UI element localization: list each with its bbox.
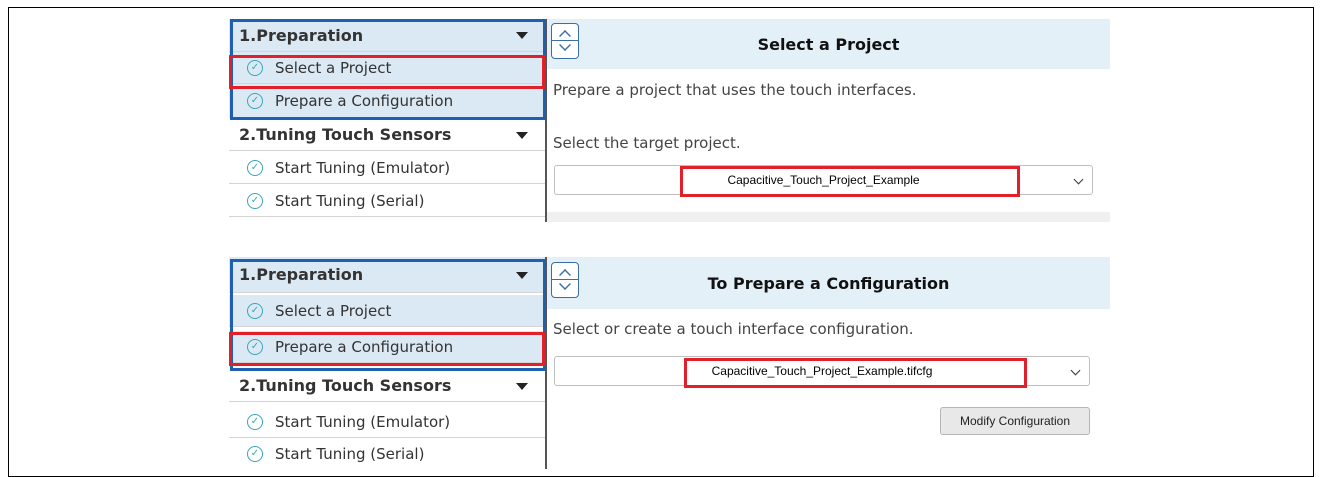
description-text: Select or create a touch interface confi…: [553, 320, 914, 338]
panel-select-project: 1.Preparation ✓ Select a Project ✓ Prepa…: [229, 19, 1110, 222]
nav-up-down-button[interactable]: [551, 262, 579, 298]
nav-up-down-button[interactable]: [551, 23, 579, 59]
prompt-text: Select the target project.: [553, 134, 741, 152]
sidebar-item-start-tuning-serial[interactable]: ✓ Start Tuning (Serial): [229, 438, 545, 469]
content-area: Select a Project Prepare a project that …: [547, 19, 1110, 222]
check-circle-icon: ✓: [247, 445, 263, 462]
highlight-red-box: [229, 55, 545, 89]
page-title: Select a Project: [547, 19, 1110, 69]
modify-configuration-button[interactable]: Modify Configuration: [940, 407, 1090, 435]
footer-strip: [547, 212, 1110, 222]
section-tuning[interactable]: 2.Tuning Touch Sensors: [229, 119, 545, 151]
content-area: To Prepare a Configuration Select or cre…: [547, 257, 1110, 469]
sidebar-item-label: Start Tuning (Serial): [275, 444, 425, 463]
check-circle-icon: ✓: [247, 192, 263, 209]
highlight-red-box: [229, 332, 545, 366]
sidebar-item-label: Start Tuning (Serial): [275, 191, 425, 210]
section-label: 2.Tuning Touch Sensors: [239, 125, 452, 144]
panel-prepare-configuration: 1.Preparation ✓ Select a Project ✓ Prepa…: [229, 257, 1110, 469]
chevron-down-icon: [1073, 174, 1084, 185]
check-circle-icon: ✓: [247, 413, 263, 430]
highlight-red-box: [680, 166, 1020, 197]
sidebar-item-start-tuning-serial[interactable]: ✓ Start Tuning (Serial): [229, 185, 545, 217]
sidebar-item-label: Start Tuning (Emulator): [275, 412, 451, 431]
chevron-down-icon: [1070, 365, 1081, 376]
caret-down-icon: [516, 383, 528, 390]
sidebar-item-start-tuning-emulator[interactable]: ✓ Start Tuning (Emulator): [229, 152, 545, 184]
sidebar-item-label: Start Tuning (Emulator): [275, 158, 451, 177]
caret-down-icon: [516, 132, 528, 139]
section-tuning[interactable]: 2.Tuning Touch Sensors: [229, 370, 545, 402]
check-circle-icon: ✓: [247, 159, 263, 176]
section-label: 2.Tuning Touch Sensors: [239, 376, 452, 395]
description-text: Prepare a project that uses the touch in…: [553, 81, 917, 99]
sidebar-item-start-tuning-emulator[interactable]: ✓ Start Tuning (Emulator): [229, 406, 545, 438]
highlight-red-box: [684, 358, 1027, 388]
page-title: To Prepare a Configuration: [547, 257, 1110, 309]
